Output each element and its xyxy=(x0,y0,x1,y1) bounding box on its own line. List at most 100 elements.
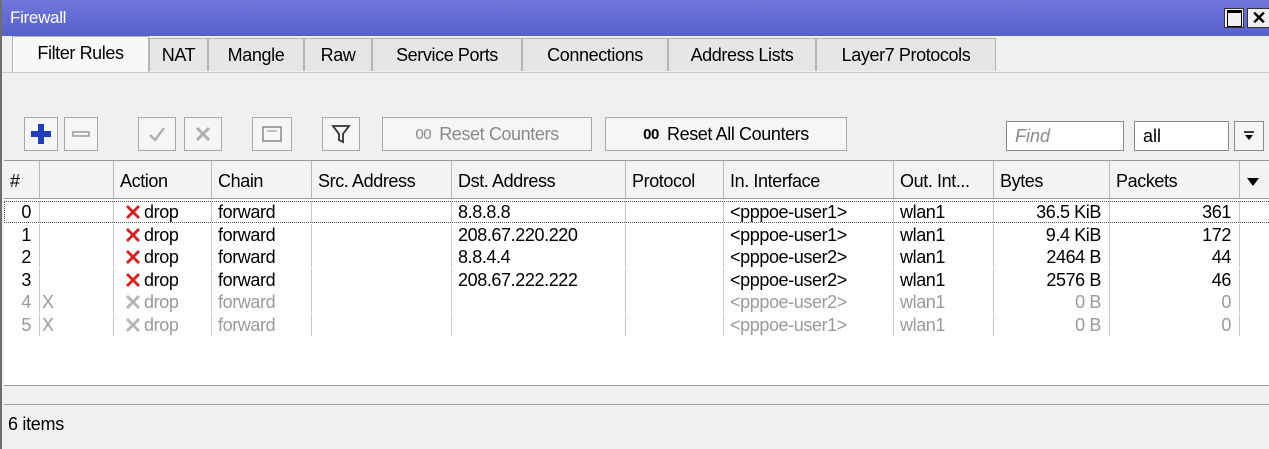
cell-action: drop xyxy=(114,291,212,313)
column-menu-button[interactable] xyxy=(1240,161,1269,199)
title-bar[interactable]: Firewall ✕ xyxy=(2,0,1269,36)
table-row[interactable]: 0 drop forward 8.8.8.8 <pppoe-user1> wlan1 36.… xyxy=(4,201,1269,223)
cell-dst xyxy=(452,291,626,313)
cell-text: 44 xyxy=(1211,247,1232,267)
cell-text: 208.67.222.222 xyxy=(458,269,578,290)
enable-button[interactable] xyxy=(138,117,176,151)
tab-bar: Filter Rules NAT Mangle Raw Service Port… xyxy=(2,36,1269,72)
col-num[interactable]: # xyxy=(4,161,40,199)
drop-icon xyxy=(126,317,140,332)
cell-text: wlan1 xyxy=(900,247,946,267)
tab-filter-rules[interactable]: Filter Rules xyxy=(12,36,149,72)
cell-num: 3 xyxy=(4,268,40,291)
col-protocol[interactable]: Protocol xyxy=(626,161,724,199)
filter-select[interactable]: all xyxy=(1134,121,1229,151)
cell-text: wlan1 xyxy=(900,224,946,245)
drop-icon xyxy=(126,272,140,287)
table-header: # Action Chain Src. Address Dst. Address… xyxy=(4,161,1269,199)
col-in-interface[interactable]: In. Interface xyxy=(724,161,894,199)
disable-icon xyxy=(195,126,211,142)
filter-select-toggle[interactable] xyxy=(1234,121,1264,151)
col-label: Src. Address xyxy=(318,171,416,191)
tab-label: Raw xyxy=(320,45,356,65)
cell-in-iface: <pppoe-user1> xyxy=(724,223,894,246)
cell-action: drop xyxy=(114,246,212,268)
reset-counters-button[interactable]: 00 Reset Counters xyxy=(382,117,592,151)
cell-text: forward xyxy=(218,224,276,245)
filter-icon xyxy=(331,125,351,144)
cell-text: 208.67.220.220 xyxy=(458,224,578,245)
cell-text: 361 xyxy=(1202,202,1231,222)
add-icon xyxy=(31,124,51,144)
tab-service-ports[interactable]: Service Ports xyxy=(372,38,522,71)
cell-num: 5 xyxy=(4,313,40,336)
cell-text: X xyxy=(42,314,54,335)
cell-action: drop xyxy=(114,313,212,336)
cell-text: <pppoe-user2> xyxy=(730,247,847,267)
col-flag[interactable] xyxy=(40,161,114,199)
filter-button[interactable] xyxy=(322,117,360,151)
tab-connections[interactable]: Connections xyxy=(522,38,668,71)
col-packets[interactable]: Packets xyxy=(1110,161,1240,199)
add-button[interactable] xyxy=(24,117,58,151)
cell-flag xyxy=(40,201,114,223)
close-button[interactable]: ✕ xyxy=(1247,8,1269,28)
col-out-interface[interactable]: Out. Int... xyxy=(894,161,994,199)
cell-bytes: 36.5 KiB xyxy=(994,201,1110,223)
cell-text: <pppoe-user1> xyxy=(730,314,847,335)
cell-packets: 0 xyxy=(1110,291,1240,313)
tab-layer7-protocols[interactable]: Layer7 Protocols xyxy=(816,38,996,71)
col-src-address[interactable]: Src. Address xyxy=(312,161,452,199)
cell-chain: forward xyxy=(212,201,312,223)
cell-dst xyxy=(452,313,626,336)
tab-raw[interactable]: Raw xyxy=(304,38,372,71)
tab-label: Service Ports xyxy=(396,45,498,65)
drop-icon xyxy=(126,250,140,264)
table-row[interactable]: 5 Xdrop forward <pppoe-user1> wlan1 0 B 0 xyxy=(4,313,1269,336)
cell-text: 0 xyxy=(1221,292,1231,312)
cell-out-iface: wlan1 xyxy=(894,268,994,291)
cell-dst: 208.67.222.222 xyxy=(452,268,626,291)
table-row[interactable]: 1 drop forward 208.67.220.220 <pppoe-user1> w… xyxy=(4,223,1269,246)
cell-protocol xyxy=(626,246,724,268)
tab-mangle[interactable]: Mangle xyxy=(208,38,304,71)
status-bar: 6 items xyxy=(4,388,1269,449)
cell-num: 1 xyxy=(4,223,40,246)
cell-text: <pppoe-user1> xyxy=(730,224,847,245)
cell-protocol xyxy=(626,291,724,313)
cell-text: 3 xyxy=(21,269,31,290)
col-action[interactable]: Action xyxy=(114,161,212,199)
cell-action: drop xyxy=(114,268,212,291)
rules-table: # Action Chain Src. Address Dst. Address… xyxy=(4,160,1269,386)
table-row[interactable]: 2 drop forward 8.8.4.4 <pppoe-user2> wlan1 246… xyxy=(4,246,1269,268)
reset-all-counters-button[interactable]: 00 Reset All Counters xyxy=(605,117,847,151)
cell-text: wlan1 xyxy=(900,314,946,335)
close-icon: ✕ xyxy=(1251,8,1267,28)
col-chain[interactable]: Chain xyxy=(212,161,312,199)
drop-icon xyxy=(126,295,140,309)
enable-icon xyxy=(149,127,165,142)
cell-text: wlan1 xyxy=(900,202,946,222)
table-row[interactable]: 3 drop forward 208.67.222.222 <pppoe-user2> w… xyxy=(4,268,1269,291)
col-dst-address[interactable]: Dst. Address xyxy=(452,161,626,199)
cell-bytes: 2576 B xyxy=(994,268,1110,291)
tab-address-lists[interactable]: Address Lists xyxy=(668,38,816,71)
cell-packets: 361 xyxy=(1110,201,1240,223)
cell-out-iface: wlan1 xyxy=(894,223,994,246)
cell-text: forward xyxy=(218,314,276,335)
comment-button[interactable] xyxy=(252,117,292,151)
maximize-button[interactable] xyxy=(1224,8,1244,28)
cell-num: 4 xyxy=(4,291,40,313)
cell-text: 2464 B xyxy=(1046,247,1101,267)
table-row[interactable]: 4 Xdrop forward <pppoe-user2> wlan1 0 B 0 xyxy=(4,291,1269,313)
col-label: Out. Int... xyxy=(900,171,970,191)
cell-text: drop xyxy=(144,314,179,335)
disable-button[interactable] xyxy=(184,117,222,151)
tab-nat[interactable]: NAT xyxy=(149,38,208,71)
find-input[interactable] xyxy=(1006,121,1124,151)
remove-button[interactable] xyxy=(64,117,98,151)
drop-icon xyxy=(126,205,140,219)
col-bytes[interactable]: Bytes xyxy=(994,161,1110,199)
cell-text: 8.8.8.8 xyxy=(458,202,511,222)
tab-label: NAT xyxy=(161,45,196,65)
